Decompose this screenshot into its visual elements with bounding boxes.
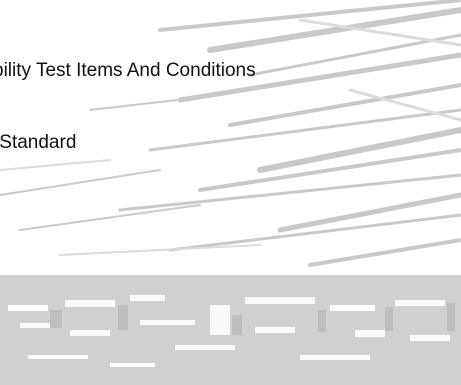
standard-label: .Standard (0, 132, 77, 153)
footer-scan-artifacts (8, 295, 455, 367)
gray-footer-band (0, 275, 461, 385)
section-heading: bility Test Items And Conditions (0, 60, 256, 81)
